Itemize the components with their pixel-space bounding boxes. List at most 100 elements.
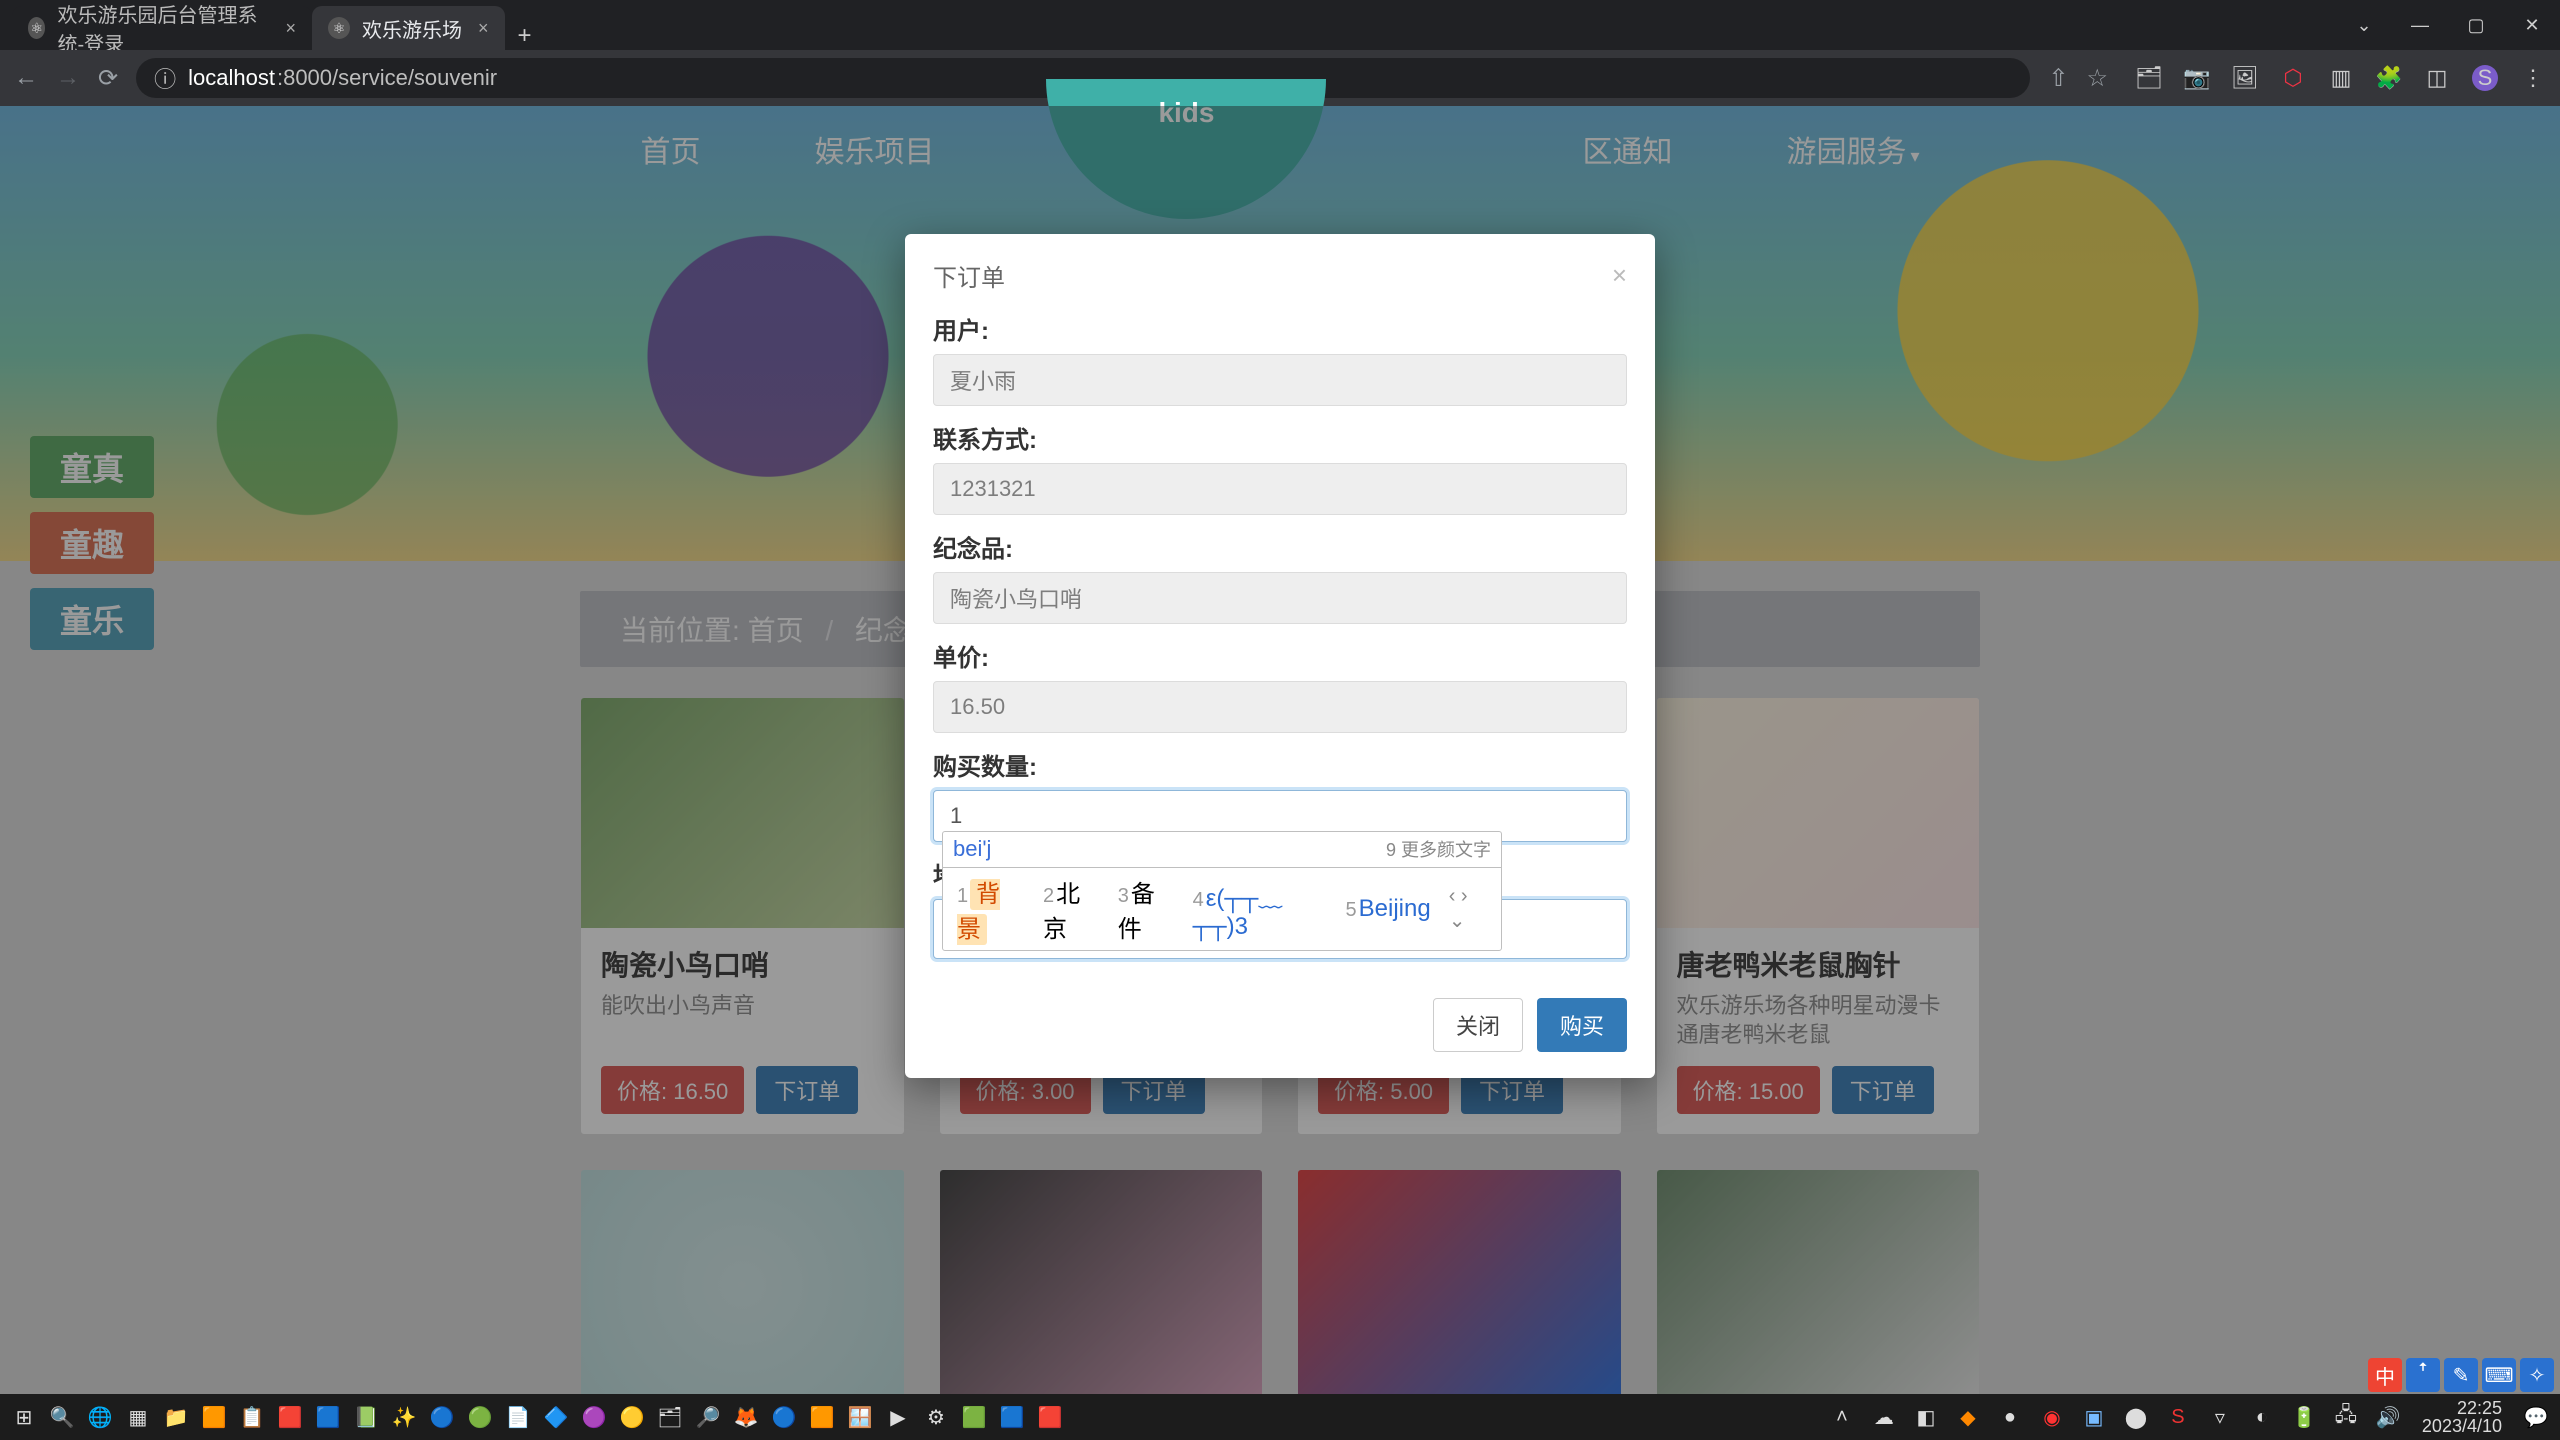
taskbar-app-icon[interactable]: 📄 (502, 1401, 534, 1433)
ime-lang-icon[interactable]: 中 (2368, 1358, 2402, 1392)
taskbar-app-icon[interactable]: ⚙ (920, 1401, 952, 1433)
close-icon[interactable]: × (285, 18, 296, 39)
taskbar-app-icon[interactable]: 📋 (236, 1401, 268, 1433)
taskbar-app-icon[interactable]: ⊞ (8, 1401, 40, 1433)
new-tab-button[interactable]: + (505, 22, 545, 50)
taskbar-app-icon[interactable]: 🌐 (84, 1401, 116, 1433)
item-label: 纪念品: (933, 529, 1627, 564)
tray-icon[interactable]: S (2162, 1401, 2194, 1433)
ime-pager[interactable]: ‹ › ⌄ (1449, 885, 1487, 933)
network-icon[interactable]: 🖧 (2330, 1401, 2362, 1433)
user-label: 用户: (933, 311, 1627, 346)
taskbar-app-icon[interactable]: ▦ (122, 1401, 154, 1433)
ime-candidate[interactable]: 3备件 (1118, 874, 1175, 944)
close-icon[interactable]: × (1612, 260, 1627, 291)
volume-icon[interactable]: 🔊 (2372, 1401, 2404, 1433)
taskbar-app-icon[interactable]: ✨ (388, 1401, 420, 1433)
qty-label: 购买数量: (933, 747, 1627, 782)
kebab-menu-icon[interactable]: ⋮ (2520, 65, 2546, 91)
ime-composition: bei'j 9 更多颜文字 (942, 831, 1502, 867)
tray-icon[interactable]: ◆ (1952, 1401, 1984, 1433)
taskbar-app-icon[interactable]: 🟦 (996, 1401, 1028, 1433)
ime-candidate[interactable]: 1背景 (957, 874, 1025, 944)
extension-icon[interactable]: 🖼 (2232, 65, 2258, 91)
react-favicon-icon: ⚛ (28, 17, 45, 39)
taskbar-app-icon[interactable]: 🟥 (274, 1401, 306, 1433)
extensions-area: 🗂 📷 🖼 ⬡ ▥ 🧩 ◫ S ⋮ (2136, 65, 2546, 91)
minimize-button[interactable]: — (2392, 15, 2448, 36)
buy-button[interactable]: 购买 (1537, 998, 1627, 1052)
tray-icon[interactable]: ▣ (2078, 1401, 2110, 1433)
notifications-icon[interactable]: 💬 (2520, 1401, 2552, 1433)
tray-icon[interactable]: 🔋 (2288, 1401, 2320, 1433)
extension-icon[interactable]: 📷 (2184, 65, 2210, 91)
close-window-button[interactable]: ✕ (2504, 15, 2560, 36)
taskbar-app-icon[interactable]: 🔎 (692, 1401, 724, 1433)
taskbar-app-icon[interactable]: 🪟 (844, 1401, 876, 1433)
site-info-icon[interactable]: ⓘ (154, 62, 176, 94)
share-icon[interactable]: ⇧ (2048, 64, 2068, 93)
taskbar-app-icon[interactable]: 📁 (160, 1401, 192, 1433)
taskbar-app-icon[interactable]: 📗 (350, 1401, 382, 1433)
taskbar-app-icon[interactable]: 🟧 (198, 1401, 230, 1433)
tray-icon[interactable]: ▿ (2204, 1401, 2236, 1433)
url-path: :8000/service/souvenir (277, 65, 497, 91)
bookmark-star-icon[interactable]: ☆ (2086, 64, 2108, 93)
tray-icon[interactable]: ● (1994, 1401, 2026, 1433)
side-panel-icon[interactable]: ◫ (2424, 65, 2450, 91)
taskbar-app-icon[interactable]: 🟩 (958, 1401, 990, 1433)
taskbar-app-icon[interactable]: 🟦 (312, 1401, 344, 1433)
extension-icon[interactable]: ⬡ (2280, 65, 2306, 91)
taskbar-app-icon[interactable]: ▶ (882, 1401, 914, 1433)
ime-tool-icon[interactable]: ✧ (2520, 1358, 2554, 1392)
window-controls: ⌄ — ▢ ✕ (2336, 0, 2560, 50)
chevron-down-icon[interactable]: ⌄ (2336, 15, 2392, 36)
extensions-puzzle-icon[interactable]: 🧩 (2376, 65, 2402, 91)
close-button[interactable]: 关闭 (1433, 998, 1523, 1052)
taskbar-app-icon[interactable]: 🔷 (540, 1401, 572, 1433)
taskbar-clock[interactable]: 22:252023/4/10 (2414, 1399, 2510, 1435)
tray-icon[interactable]: ◧ (1910, 1401, 1942, 1433)
tray-icon[interactable]: ☁ (1868, 1401, 1900, 1433)
windows-taskbar[interactable]: ⊞🔍🌐▦📁🟧📋🟥🟦📗✨🔵🟢📄🔷🟣🟡🗂🔎🦊🔵🟧🪟▶⚙🟩🟦🟥 ˄ ☁ ◧ ◆ ● ◉… (0, 1394, 2560, 1440)
ime-indicator[interactable]: 中 ꜛ ✎ ⌨ ✧ (2368, 1358, 2554, 1392)
taskbar-app-icon[interactable]: 🗂 (654, 1401, 686, 1433)
extension-icon[interactable]: 🗂 (2136, 65, 2162, 91)
taskbar-app-icon[interactable]: 🟡 (616, 1401, 648, 1433)
profile-avatar[interactable]: S (2472, 65, 2498, 91)
reload-button[interactable]: ⟳ (98, 64, 118, 93)
ime-candidates[interactable]: 1背景 2北京 3备件 4ε(┬┬﹏┬┬)3 5Beijing ‹ › ⌄ (942, 867, 1502, 951)
tray-icon[interactable]: ˄ (1826, 1401, 1858, 1433)
taskbar-app-icon[interactable]: 🟥 (1034, 1401, 1066, 1433)
contact-field (933, 463, 1627, 515)
ime-candidate[interactable]: 4ε(┬┬﹏┬┬)3 (1193, 878, 1328, 941)
tab-playground[interactable]: ⚛ 欢乐游乐场 × (312, 6, 505, 50)
item-field (933, 572, 1627, 624)
ime-candidate[interactable]: 2北京 (1043, 874, 1100, 944)
tray-icon[interactable]: ◉ (2036, 1401, 2068, 1433)
ime-popup: bei'j 9 更多颜文字 1背景 2北京 3备件 4ε(┬┬﹏┬┬)3 5Beijin… (942, 831, 1502, 951)
ime-more-hint[interactable]: 9 更多颜文字 (1386, 836, 1491, 862)
forward-button[interactable]: → (56, 64, 80, 92)
tab-admin-login[interactable]: ⚛ 欢乐游乐园后台管理系统-登录 × (12, 6, 312, 50)
taskbar-app-icon[interactable]: 🟢 (464, 1401, 496, 1433)
taskbar-app-icon[interactable]: 🔵 (768, 1401, 800, 1433)
close-icon[interactable]: × (478, 18, 489, 39)
taskbar-app-icon[interactable]: 🦊 (730, 1401, 762, 1433)
browser-tabs: ⚛ 欢乐游乐园后台管理系统-登录 × ⚛ 欢乐游乐场 × + (0, 0, 545, 50)
ime-skin-icon[interactable]: ✎ (2444, 1358, 2478, 1392)
tab-title: 欢乐游乐园后台管理系统-登录 (57, 0, 269, 57)
tray-icon[interactable]: ◐ (2246, 1401, 2278, 1433)
taskbar-app-icon[interactable]: 🔍 (46, 1401, 78, 1433)
taskbar-app-icon[interactable]: 🟣 (578, 1401, 610, 1433)
tray-icon[interactable]: ⬤ (2120, 1401, 2152, 1433)
back-button[interactable]: ← (14, 64, 38, 92)
extension-icon[interactable]: ▥ (2328, 65, 2354, 91)
taskbar-app-icon[interactable]: 🔵 (426, 1401, 458, 1433)
price-label: 单价: (933, 638, 1627, 673)
maximize-button[interactable]: ▢ (2448, 15, 2504, 36)
ime-candidate[interactable]: 5Beijing (1346, 895, 1431, 923)
ime-keyboard-icon[interactable]: ⌨ (2482, 1358, 2516, 1392)
ime-mode-icon[interactable]: ꜛ (2406, 1358, 2440, 1392)
taskbar-app-icon[interactable]: 🟧 (806, 1401, 838, 1433)
